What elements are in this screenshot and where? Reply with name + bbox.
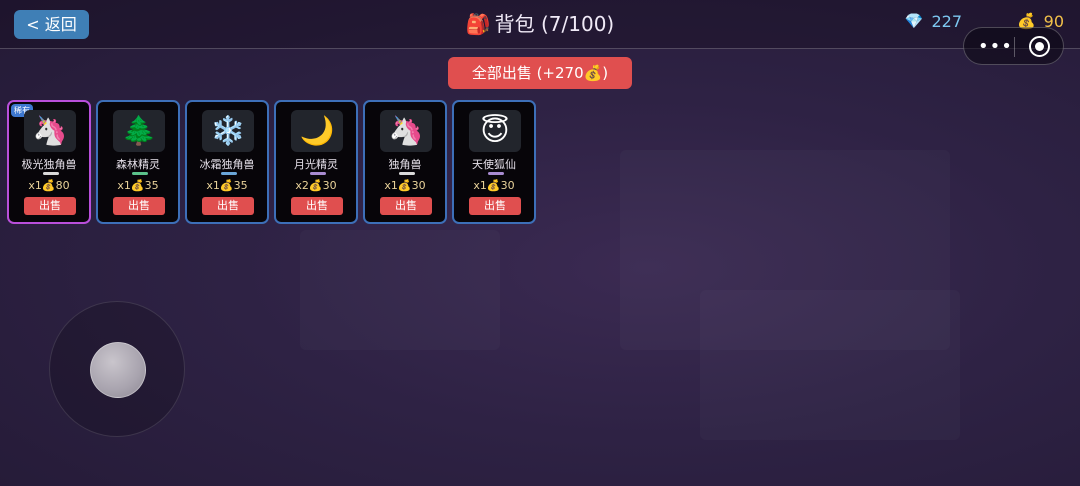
item-name: 天使狐仙 <box>472 158 516 171</box>
item-icon: 🦄 <box>24 110 76 152</box>
gem-counter: 💎 227 <box>905 12 962 31</box>
item-quantity-price: x1💰30 <box>454 179 534 192</box>
gem-value: 227 <box>931 12 962 31</box>
item-rarity-bar <box>399 172 415 175</box>
item-name: 月光精灵 <box>294 158 338 171</box>
gem-icon: 💎 <box>904 12 924 30</box>
item-quantity: x1 <box>117 179 131 192</box>
sell-all-button[interactable]: 全部出售 (+270💰) <box>448 57 632 89</box>
item-price: 💰35 <box>130 179 159 192</box>
item-price: 💰30 <box>486 179 515 192</box>
item-quantity-price: x1💰80 <box>9 179 89 192</box>
item-name: 独角兽 <box>388 158 422 171</box>
item-icon: ❄️ <box>202 110 254 152</box>
item-name: 冰霜独角兽 <box>199 158 255 171</box>
capsule-divider <box>1014 37 1015 57</box>
item-quantity: x1 <box>384 179 398 192</box>
item-price: 💰35 <box>219 179 248 192</box>
joystick-knob[interactable] <box>90 342 146 398</box>
virtual-joystick[interactable] <box>49 301 185 437</box>
item-rarity-bar <box>221 172 237 175</box>
item-rarity-bar <box>488 172 504 175</box>
close-target-icon[interactable] <box>1029 36 1050 57</box>
item-icon: 😇 <box>469 110 521 152</box>
item-price: 💰80 <box>41 179 70 192</box>
more-menu-button[interactable]: ••• <box>978 36 1013 57</box>
item-name: 极光独角兽 <box>21 158 77 171</box>
item-quantity-price: x2💰30 <box>276 179 356 192</box>
item-quantity: x1 <box>28 179 42 192</box>
item-price: 💰30 <box>308 179 337 192</box>
item-rarity-bar <box>310 172 326 175</box>
sell-button[interactable]: 出售 <box>291 197 343 215</box>
inventory-card[interactable]: 😇 天使狐仙 x1💰30 出售 <box>452 100 536 224</box>
item-icon: 🌲 <box>113 110 165 152</box>
item-name: 森林精灵 <box>116 158 160 171</box>
miniprogram-capsule: ••• <box>963 27 1064 65</box>
item-icon: 🌙 <box>291 110 343 152</box>
inventory-grid: 稀有 🦄 极光独角兽 x1💰80 出售 🌲 森林精灵 x1💰35 出售 ❄️ 冰霜独角兽 x1💰35 出… <box>7 100 536 224</box>
inventory-card[interactable]: 🌙 月光精灵 x2💰30 出售 <box>274 100 358 224</box>
sell-button[interactable]: 出售 <box>113 197 165 215</box>
sell-button[interactable]: 出售 <box>202 197 254 215</box>
sell-button[interactable]: 出售 <box>24 197 76 215</box>
item-quantity: x1 <box>206 179 220 192</box>
item-price: 💰30 <box>397 179 426 192</box>
sell-button[interactable]: 出售 <box>380 197 432 215</box>
inventory-card[interactable]: 🌲 森林精灵 x1💰35 出售 <box>96 100 180 224</box>
item-quantity: x2 <box>295 179 309 192</box>
inventory-card[interactable]: ❄️ 冰霜独角兽 x1💰35 出售 <box>185 100 269 224</box>
item-quantity-price: x1💰35 <box>98 179 178 192</box>
item-icon: 🦄 <box>380 110 432 152</box>
item-quantity: x1 <box>473 179 487 192</box>
sell-button[interactable]: 出售 <box>469 197 521 215</box>
item-quantity-price: x1💰35 <box>187 179 267 192</box>
item-quantity-price: x1💰30 <box>365 179 445 192</box>
backpack-icon: 🎒 <box>465 12 491 36</box>
inventory-card[interactable]: 稀有 🦄 极光独角兽 x1💰80 出售 <box>7 100 91 224</box>
top-bar: < 返回 🎒 背包 (7/100) 💎 227 💰 90 <box>0 0 1080 49</box>
inventory-card[interactable]: 🦄 独角兽 x1💰30 出售 <box>363 100 447 224</box>
title-text: 背包 (7/100) <box>494 12 615 36</box>
item-rarity-bar <box>132 172 148 175</box>
item-rarity-bar <box>43 172 59 175</box>
